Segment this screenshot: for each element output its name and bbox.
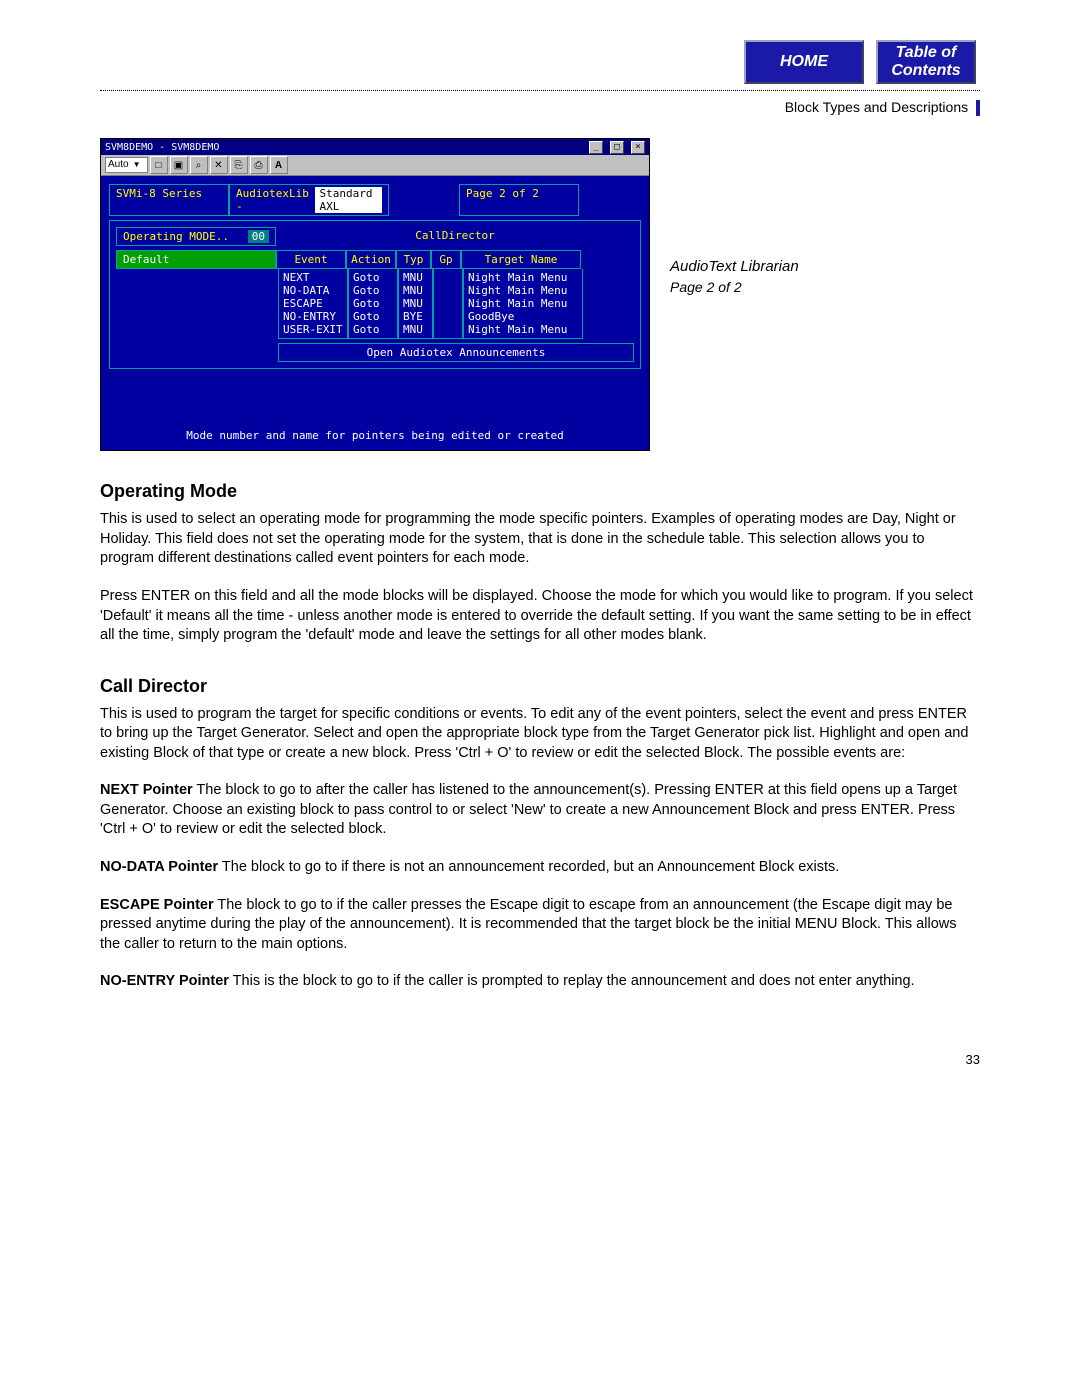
lib-field: AudiotexLib - Standard AXL — [229, 184, 389, 216]
announcements-bar: Open Audiotex Announcements — [278, 343, 634, 362]
terminal-screenshot: SVM8DEMO - SVM8DEMO _ □ × Auto▼ □ ▣ ⌕ ✕ … — [100, 138, 650, 451]
next-pointer-label: NEXT Pointer — [100, 782, 193, 798]
window-title: SVM8DEMO - SVM8DEMO — [105, 142, 219, 153]
window-toolbar: Auto▼ □ ▣ ⌕ ✕ ⎘ ⎙ A — [101, 155, 649, 176]
paragraph: NO-DATA Pointer The block to go to if th… — [100, 858, 980, 878]
toolbar-icon: ⎙ — [250, 156, 268, 174]
paragraph: NEXT Pointer The block to go to after th… — [100, 781, 980, 840]
heading-call-director: Call Director — [100, 676, 980, 697]
event-col-body: NEXT NO-DATA ESCAPE NO-ENTRY USER-EXIT — [278, 269, 348, 339]
action-col-body: Goto Goto Goto Goto Goto — [348, 269, 398, 339]
series-label: SVMi-8 Series — [109, 184, 229, 216]
paragraph: This is used to program the target for s… — [100, 705, 980, 764]
page-number: 33 — [100, 1052, 980, 1067]
mode-name: Default — [116, 250, 276, 269]
caption-title: AudioText Librarian — [670, 258, 980, 275]
breadcrumb: Block Types and Descriptions — [100, 99, 980, 116]
paragraph: Press ENTER on this field and all the mo… — [100, 587, 980, 646]
status-line: Mode number and name for pointers being … — [109, 429, 641, 442]
operating-mode-field: Operating MODE.. 00 — [116, 227, 276, 246]
noentry-pointer-label: NO-ENTRY Pointer — [100, 973, 229, 989]
maximize-icon: □ — [610, 141, 624, 154]
toolbar-icon: ⌕ — [190, 156, 208, 174]
section-title: CallDirector — [276, 227, 634, 246]
typ-col-body: MNU MNU MNU BYE MNU — [398, 269, 433, 339]
page-indicator: Page 2 of 2 — [459, 184, 579, 216]
breadcrumb-marker — [976, 100, 980, 116]
paragraph: This is used to select an operating mode… — [100, 510, 980, 569]
paragraph: ESCAPE Pointer The block to go to if the… — [100, 896, 980, 955]
paragraph: NO-ENTRY Pointer This is the block to go… — [100, 972, 980, 992]
close-icon: × — [631, 141, 645, 154]
home-label: HOME — [780, 53, 828, 71]
window-controls: _ □ × — [588, 141, 645, 154]
col-event: Event — [276, 250, 346, 269]
caption-subtitle: Page 2 of 2 — [670, 279, 980, 295]
home-button[interactable]: HOME — [744, 40, 864, 84]
col-gp: Gp — [431, 250, 461, 269]
toolbar-icon: ✕ — [210, 156, 228, 174]
window-title-bar: SVM8DEMO - SVM8DEMO _ □ × — [101, 139, 649, 155]
toolbar-icon: ⎘ — [230, 156, 248, 174]
toolbar-icon: □ — [150, 156, 168, 174]
heading-operating-mode: Operating Mode — [100, 481, 980, 502]
gp-col-body — [433, 269, 463, 339]
toolbar-icon: ▣ — [170, 156, 188, 174]
target-col-body: Night Main Menu Night Main Menu Night Ma… — [463, 269, 583, 339]
toolbar-icon: A — [270, 156, 288, 174]
minimize-icon: _ — [589, 141, 603, 154]
toolbar-mode-select: Auto▼ — [105, 157, 148, 173]
toc-button[interactable]: Table ofContents — [876, 40, 976, 84]
col-action: Action — [346, 250, 396, 269]
col-target: Target Name — [461, 250, 581, 269]
escape-pointer-label: ESCAPE Pointer — [100, 897, 214, 913]
terminal-body: SVMi-8 Series AudiotexLib - Standard AXL… — [101, 176, 649, 450]
col-typ: Typ — [396, 250, 431, 269]
nodata-pointer-label: NO-DATA Pointer — [100, 859, 218, 875]
toc-label: Table ofContents — [891, 44, 960, 79]
divider — [100, 90, 980, 91]
